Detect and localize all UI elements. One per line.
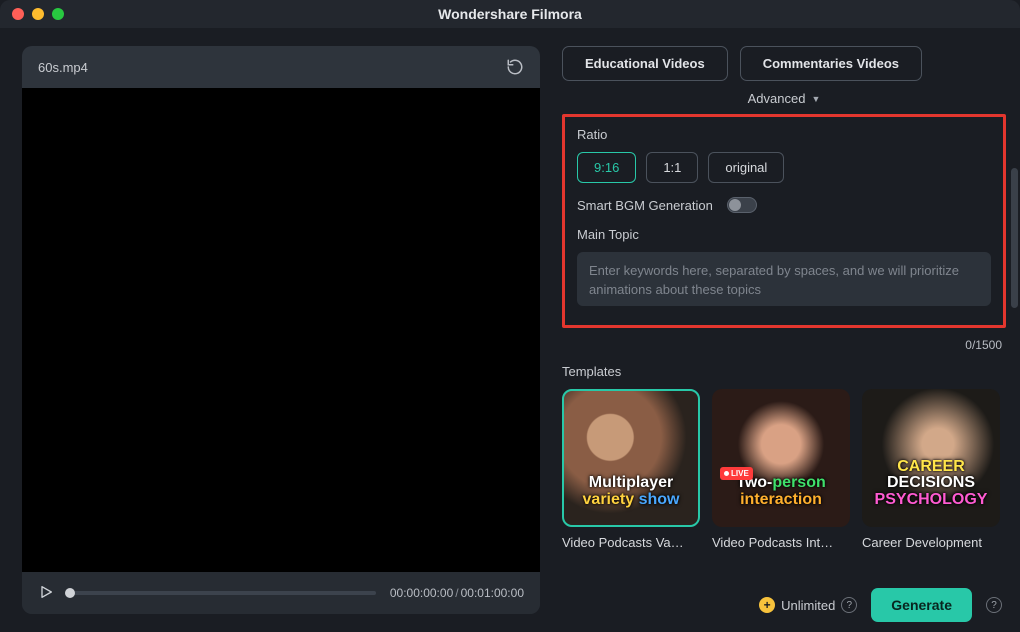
scrollbar[interactable]: [1011, 168, 1018, 308]
video-header: 60s.mp4: [22, 46, 540, 88]
main-topic-input[interactable]: [577, 252, 991, 306]
advanced-label: Advanced: [748, 91, 806, 106]
ratio-1-1[interactable]: 1:1: [646, 152, 698, 183]
minimize-window-icon[interactable]: [32, 8, 44, 20]
template-name-2: Career Development: [862, 535, 1000, 550]
template-overlay-1: Two-person interaction: [712, 475, 850, 509]
template-overlay-2: CAREER DECISIONS PSYCHOLOGY: [862, 459, 1000, 509]
window-traffic-lights: [12, 8, 64, 20]
plus-icon: +: [759, 597, 775, 613]
ratio-original[interactable]: original: [708, 152, 784, 183]
current-time: 00:00:00:00: [390, 586, 453, 600]
category-chip-row: Educational Videos Commentaries Videos: [562, 46, 1006, 81]
seek-slider[interactable]: [70, 591, 376, 595]
video-preview-card: 60s.mp4 00:0: [22, 46, 540, 614]
main-topic-label: Main Topic: [577, 227, 991, 242]
toggle-knob-icon: [729, 199, 741, 211]
titlebar: Wondershare Filmora: [0, 0, 1020, 28]
template-card-2[interactable]: CAREER DECISIONS PSYCHOLOGY Career Devel…: [862, 389, 1000, 550]
template-thumb-0: Multiplayer variety show: [562, 389, 700, 527]
templates-label: Templates: [562, 364, 1006, 379]
advanced-panel: Ratio 9:16 1:1 original Smart BGM Genera…: [562, 114, 1006, 328]
template-name-0: Video Podcasts Va…: [562, 535, 700, 550]
smart-bgm-toggle[interactable]: [727, 197, 757, 213]
generate-button[interactable]: Generate: [871, 588, 972, 622]
seek-thumb-icon[interactable]: [65, 588, 75, 598]
unlimited-badge[interactable]: + Unlimited ?: [759, 597, 857, 613]
total-time: 00:01:00:00: [461, 586, 524, 600]
template-overlay-0: Multiplayer variety show: [562, 475, 700, 509]
footer-bar: + Unlimited ? Generate ?: [759, 588, 1002, 622]
smart-bgm-label: Smart BGM Generation: [577, 198, 713, 213]
advanced-toggle[interactable]: Advanced ▼: [562, 91, 1006, 106]
live-badge-icon: LIVE: [720, 467, 753, 480]
template-card-1[interactable]: LIVE Two-person interaction Video Podcas…: [712, 389, 850, 550]
video-filename: 60s.mp4: [38, 60, 88, 75]
unlimited-label: Unlimited: [781, 598, 835, 613]
templates-row: Multiplayer variety show Video Podcasts …: [562, 389, 1006, 550]
reload-icon[interactable]: [506, 58, 524, 76]
ratio-options: 9:16 1:1 original: [577, 152, 991, 183]
template-thumb-1: LIVE Two-person interaction: [712, 389, 850, 527]
ratio-label: Ratio: [577, 127, 991, 142]
app-title: Wondershare Filmora: [0, 6, 1020, 22]
help-icon-2[interactable]: ?: [986, 597, 1002, 613]
close-window-icon[interactable]: [12, 8, 24, 20]
chevron-down-icon: ▼: [811, 94, 820, 104]
chip-commentaries[interactable]: Commentaries Videos: [740, 46, 922, 81]
fullscreen-window-icon[interactable]: [52, 8, 64, 20]
chip-educational[interactable]: Educational Videos: [562, 46, 728, 81]
help-icon[interactable]: ?: [841, 597, 857, 613]
template-name-1: Video Podcasts Int…: [712, 535, 850, 550]
template-card-0[interactable]: Multiplayer variety show Video Podcasts …: [562, 389, 700, 550]
video-canvas[interactable]: [22, 88, 540, 572]
play-icon[interactable]: [38, 584, 56, 602]
ratio-9-16[interactable]: 9:16: [577, 152, 636, 183]
timecode: 00:00:00:00/00:01:00:00: [390, 586, 524, 600]
video-controls: 00:00:00:00/00:01:00:00: [22, 572, 540, 614]
char-counter: 0/1500: [562, 338, 1002, 352]
template-thumb-2: CAREER DECISIONS PSYCHOLOGY: [862, 389, 1000, 527]
